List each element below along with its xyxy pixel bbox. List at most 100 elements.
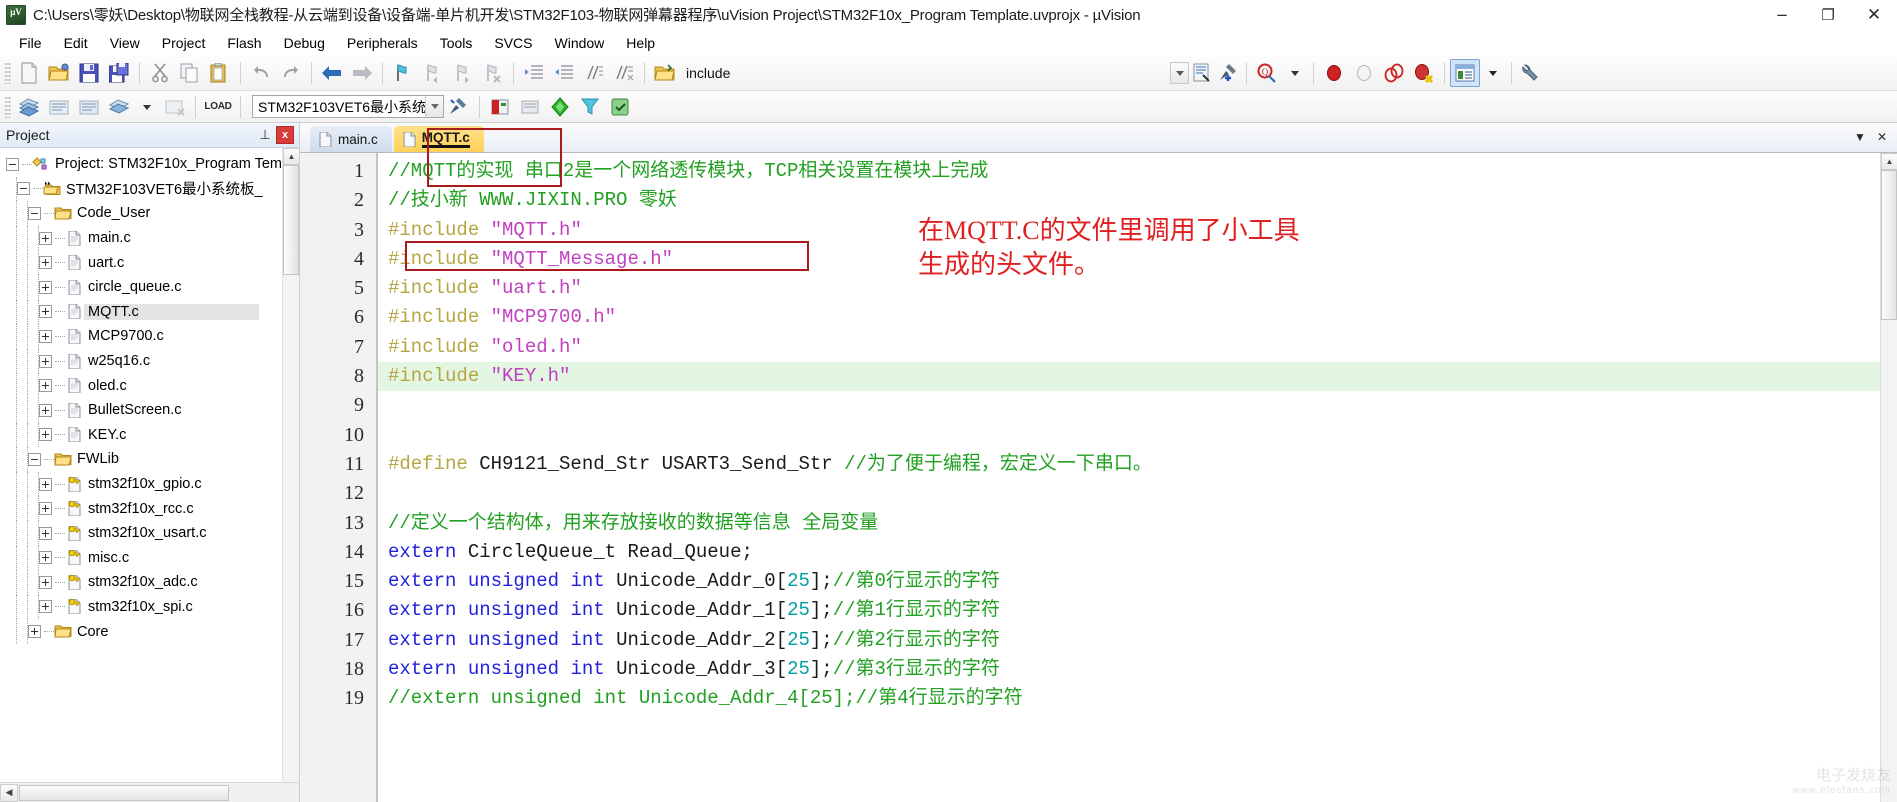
menu-tools[interactable]: Tools bbox=[429, 33, 484, 53]
hscroll-thumb[interactable] bbox=[19, 784, 229, 801]
configure-target-icon[interactable] bbox=[1189, 59, 1215, 87]
menu-svcs[interactable]: SVCS bbox=[483, 33, 543, 53]
tree-expander-expand[interactable] bbox=[39, 379, 52, 393]
tree-expander-expand[interactable] bbox=[39, 280, 52, 294]
editor-scroll-up-icon[interactable]: ▲ bbox=[1881, 153, 1897, 170]
maximize-button[interactable]: ❐ bbox=[1805, 0, 1851, 30]
toolbar-grip[interactable] bbox=[4, 62, 11, 84]
tree-item-fwlib[interactable]: FWLib bbox=[6, 447, 282, 472]
stop-build-icon[interactable] bbox=[160, 93, 190, 121]
project-tree-vscrollbar[interactable]: ▲ bbox=[282, 148, 299, 782]
kill-all-breakpoints-icon[interactable] bbox=[1409, 59, 1439, 87]
indent-increase-icon[interactable] bbox=[519, 59, 549, 87]
vscroll-thumb[interactable] bbox=[283, 165, 299, 275]
find-dropdown-icon[interactable] bbox=[1282, 59, 1308, 87]
tree-item-stm32f10x_rcc.c[interactable]: stm32f10x_rcc.c bbox=[6, 496, 282, 521]
tree-item-projectstm32f10x_programtem[interactable]: Project: STM32F10x_Program Tem bbox=[6, 152, 282, 177]
download-icon[interactable]: LOAD bbox=[201, 94, 235, 120]
tree-expander-expand[interactable] bbox=[39, 231, 52, 245]
code-line[interactable]: //extern unsigned int Unicode_Addr_4[25]… bbox=[378, 684, 1880, 713]
tree-item-code_user[interactable]: Code_User bbox=[6, 201, 282, 226]
editor-vscroll-thumb[interactable] bbox=[1881, 170, 1897, 320]
code-line[interactable]: //技小新 WWW.JIXIN.PRO 零妖 bbox=[378, 186, 1880, 215]
editor-vscrollbar[interactable]: ▲ bbox=[1880, 153, 1897, 802]
comment-lines-icon[interactable] bbox=[579, 59, 609, 87]
configure-icon[interactable] bbox=[1517, 59, 1547, 87]
tree-item-mqtt.c[interactable]: MQTT.c bbox=[6, 299, 282, 325]
code-line[interactable]: extern CircleQueue_t Read_Queue; bbox=[378, 538, 1880, 567]
tree-expander-collapse[interactable] bbox=[6, 157, 19, 171]
tree-expander-expand[interactable] bbox=[28, 625, 41, 639]
tree-item-stm32f10x_spi.c[interactable]: stm32f10x_spi.c bbox=[6, 594, 282, 620]
tree-item-uart.c[interactable]: uart.c bbox=[6, 250, 282, 275]
bookmark-toggle-icon[interactable] bbox=[388, 59, 418, 87]
bookmark-clear-icon[interactable] bbox=[478, 59, 508, 87]
tree-expander-collapse[interactable] bbox=[17, 182, 30, 196]
save-icon[interactable] bbox=[74, 59, 104, 87]
tree-item-key.c[interactable]: KEY.c bbox=[6, 422, 282, 448]
project-tree-hscrollbar[interactable]: ◀ bbox=[0, 782, 299, 802]
project-tree[interactable]: Project: STM32F10x_Program Tem STM32F103V… bbox=[0, 148, 282, 782]
navigate-forward-icon[interactable] bbox=[347, 59, 377, 87]
manage-run-time-icon[interactable] bbox=[605, 93, 635, 121]
open-file-icon[interactable] bbox=[44, 59, 74, 87]
tree-expander-expand[interactable] bbox=[39, 477, 52, 491]
include-text-field[interactable] bbox=[730, 61, 1170, 85]
tree-item-misc.c[interactable]: misc.c bbox=[6, 545, 282, 571]
tree-expander-expand[interactable] bbox=[39, 502, 52, 516]
tree-item-circle_queue.c[interactable]: circle_queue.c bbox=[6, 274, 282, 300]
target-dropdown-button[interactable] bbox=[425, 96, 443, 117]
tab-list-dropdown-icon[interactable]: ▼ bbox=[1849, 126, 1871, 148]
target-options-icon[interactable] bbox=[444, 93, 474, 121]
code-line[interactable] bbox=[378, 421, 1880, 450]
close-panel-icon[interactable]: x bbox=[276, 126, 294, 144]
uncomment-lines-icon[interactable] bbox=[609, 59, 639, 87]
code-line[interactable]: extern unsigned int Unicode_Addr_3[25];/… bbox=[378, 655, 1880, 684]
scroll-up-icon[interactable]: ▲ bbox=[283, 148, 299, 165]
indent-decrease-icon[interactable] bbox=[549, 59, 579, 87]
batch-build-icon[interactable] bbox=[104, 93, 134, 121]
menu-peripherals[interactable]: Peripherals bbox=[336, 33, 429, 53]
code-line[interactable]: //定义一个结构体，用来存放接收的数据等信息 全局变量 bbox=[378, 509, 1880, 538]
redo-icon[interactable] bbox=[276, 59, 306, 87]
tree-expander-expand[interactable] bbox=[39, 551, 52, 565]
menu-help[interactable]: Help bbox=[615, 33, 666, 53]
rebuild-icon[interactable] bbox=[74, 93, 104, 121]
menu-edit[interactable]: Edit bbox=[53, 33, 99, 53]
menu-debug[interactable]: Debug bbox=[273, 33, 336, 53]
editor-tab-mainc[interactable]: main.c bbox=[310, 126, 392, 152]
tree-item-core[interactable]: Core bbox=[6, 619, 282, 644]
tree-expander-expand[interactable] bbox=[39, 428, 52, 442]
pack-installer-icon[interactable] bbox=[545, 93, 575, 121]
tree-expander-expand[interactable] bbox=[39, 526, 52, 540]
code-line[interactable]: #include "MCP9700.h" bbox=[378, 303, 1880, 332]
pin-icon[interactable]: ⊥ bbox=[256, 126, 274, 144]
insert-template-icon[interactable] bbox=[1215, 59, 1241, 87]
tab-close-icon[interactable]: ✕ bbox=[1871, 126, 1893, 148]
save-all-icon[interactable] bbox=[104, 59, 134, 87]
code-line[interactable]: #include "oled.h" bbox=[378, 333, 1880, 362]
tree-expander-expand[interactable] bbox=[39, 403, 52, 417]
tree-item-bulletscreen.c[interactable]: BulletScreen.c bbox=[6, 397, 282, 423]
tree-expander-expand[interactable] bbox=[39, 329, 52, 343]
code-line[interactable] bbox=[378, 479, 1880, 508]
undo-icon[interactable] bbox=[246, 59, 276, 87]
batch-build-dropdown-icon[interactable] bbox=[134, 93, 160, 121]
copy-icon[interactable] bbox=[175, 59, 205, 87]
code-line[interactable]: extern unsigned int Unicode_Addr_0[25];/… bbox=[378, 567, 1880, 596]
navigate-back-icon[interactable] bbox=[317, 59, 347, 87]
code-line[interactable]: extern unsigned int Unicode_Addr_2[25];/… bbox=[378, 626, 1880, 655]
code-line[interactable]: #include "KEY.h" bbox=[378, 362, 1880, 392]
tree-item-w25q16.c[interactable]: w25q16.c bbox=[6, 348, 282, 374]
bookmark-prev-icon[interactable] bbox=[418, 59, 448, 87]
include-folder-icon[interactable] bbox=[650, 59, 680, 87]
menu-file[interactable]: File bbox=[8, 33, 53, 53]
find-in-files-icon[interactable]: Q bbox=[1252, 59, 1282, 87]
tree-item-mcp9700.c[interactable]: MCP9700.c bbox=[6, 324, 282, 349]
cut-icon[interactable] bbox=[145, 59, 175, 87]
disable-breakpoint-icon[interactable] bbox=[1349, 59, 1379, 87]
include-dropdown-button[interactable] bbox=[1170, 62, 1190, 84]
translate-icon[interactable] bbox=[14, 93, 44, 121]
menu-view[interactable]: View bbox=[99, 33, 151, 53]
tree-item-oled.c[interactable]: oled.c bbox=[6, 373, 282, 398]
